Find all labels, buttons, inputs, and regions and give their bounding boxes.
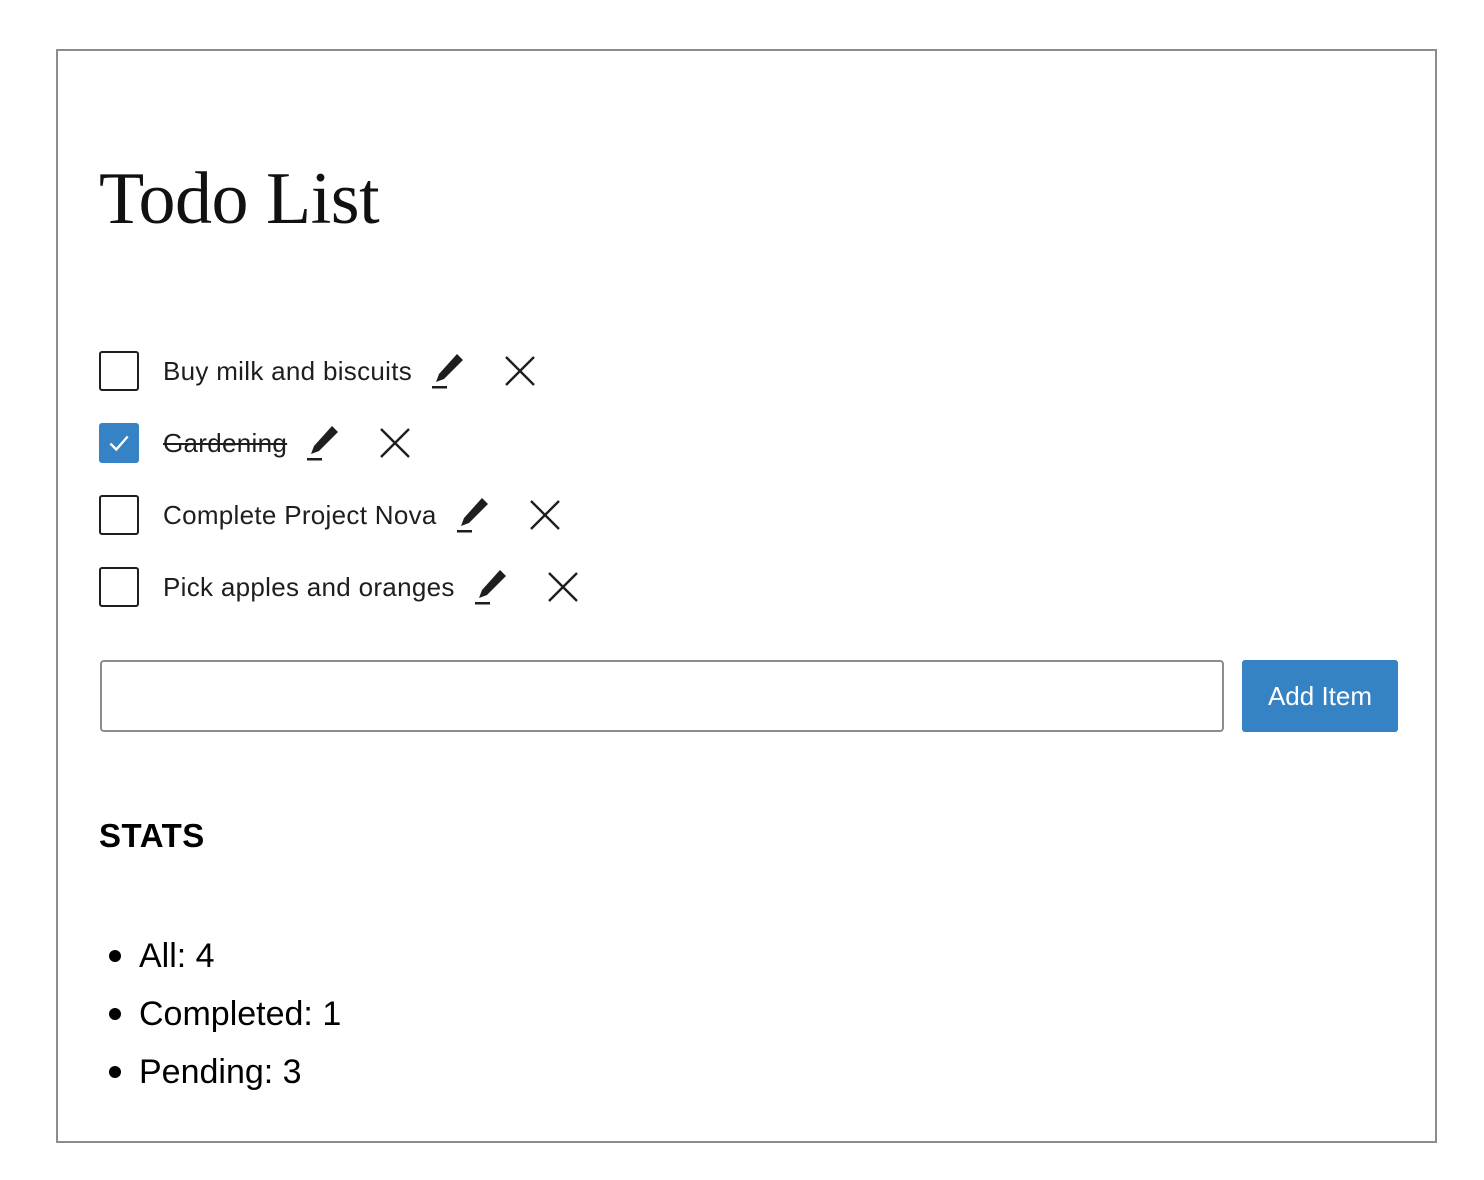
delete-button[interactable] (377, 425, 413, 461)
todo-list: Buy milk and biscuits Gardening Complete… (99, 335, 581, 623)
bullet (109, 1066, 121, 1078)
page-title: Todo List (99, 158, 380, 240)
close-icon (505, 356, 535, 386)
todo-label: Pick apples and oranges (163, 571, 455, 602)
stats-list: All: 4 Completed: 1 Pending: 3 (99, 927, 341, 1101)
stats-item-pending: Pending: 3 (99, 1043, 341, 1101)
edit-button[interactable] (430, 351, 466, 391)
stats-item-label: Completed: 1 (139, 994, 342, 1033)
add-item-button[interactable]: Add Item (1242, 660, 1398, 732)
todo-checkbox[interactable] (99, 351, 139, 391)
close-icon (529, 500, 560, 530)
stats-item-completed: Completed: 1 (99, 985, 341, 1043)
delete-button[interactable] (527, 497, 563, 533)
stats-item-all: All: 4 (99, 927, 341, 985)
todo-checkbox[interactable] (99, 423, 139, 463)
todo-label: Complete Project Nova (163, 499, 437, 530)
edit-button[interactable] (455, 495, 491, 535)
pencil-icon (307, 426, 339, 461)
todo-item: Gardening (99, 407, 581, 479)
close-icon (380, 428, 410, 458)
delete-button[interactable] (545, 569, 581, 605)
close-icon (547, 572, 578, 602)
pencil-icon (432, 354, 464, 389)
todo-checkbox[interactable] (99, 567, 139, 607)
stats-heading: STATS (99, 817, 205, 854)
todo-panel: Todo List Buy milk and biscuits Gardenin… (56, 49, 1437, 1143)
bullet (109, 1008, 121, 1020)
pencil-icon (474, 570, 506, 605)
bullet (109, 950, 121, 962)
stats-item-label: Pending: 3 (139, 1052, 302, 1091)
checkmark-icon (109, 435, 129, 452)
edit-button[interactable] (473, 567, 509, 607)
pencil-icon (456, 498, 488, 533)
todo-label: Buy milk and biscuits (163, 355, 413, 386)
todo-item: Buy milk and biscuits (99, 335, 581, 407)
todo-item: Pick apples and oranges (99, 551, 581, 623)
todo-item: Complete Project Nova (99, 479, 581, 551)
todo-checkbox[interactable] (99, 495, 139, 535)
delete-button[interactable] (502, 353, 538, 389)
edit-button[interactable] (305, 423, 341, 463)
new-item-input[interactable] (100, 660, 1224, 732)
todo-label: Gardening (163, 427, 288, 458)
stats-item-label: All: 4 (139, 936, 215, 975)
